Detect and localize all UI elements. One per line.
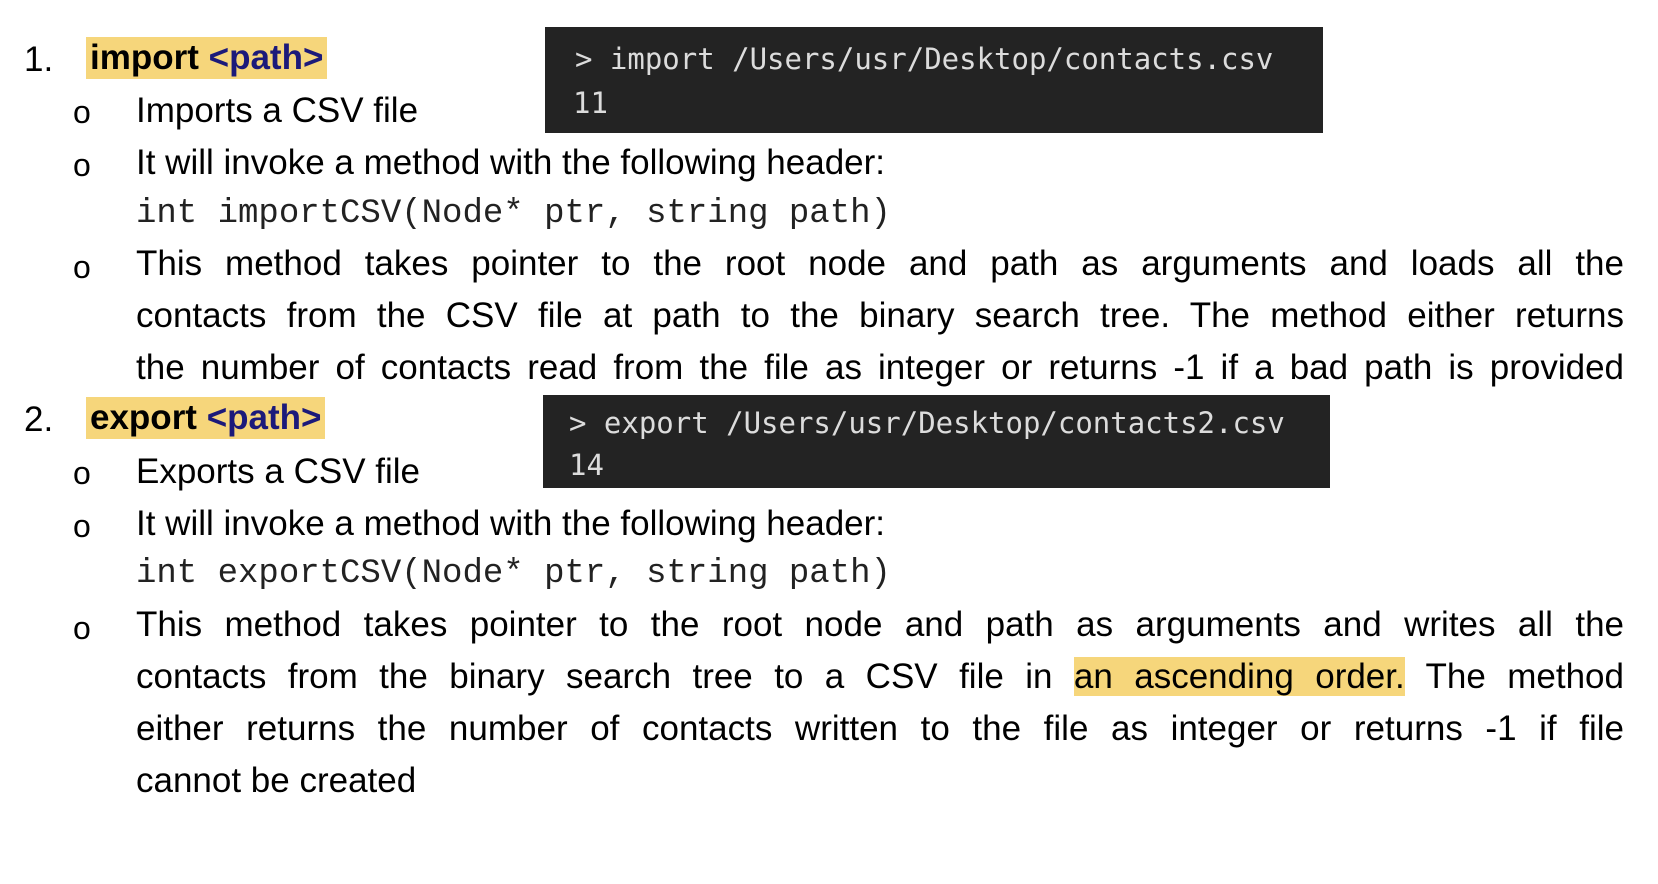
item-2-desc-text: contacts from the binary search tree to … [136, 657, 1074, 696]
bullet-marker: o [73, 508, 91, 544]
item-2-path-arg: <path> [206, 398, 322, 437]
item-1-path-arg: <path> [208, 38, 324, 77]
item-2-terminal: > export /Users/usr/Desktop/contacts2.cs… [543, 395, 1330, 488]
item-1-bullet-1: Imports a CSV file [136, 91, 419, 130]
item-2-bullet-1: Exports a CSV file [136, 452, 420, 491]
bullet-marker: o [73, 249, 91, 285]
item-2-terminal-command: > export /Users/usr/Desktop/contacts2.cs… [569, 406, 1285, 440]
item-1-terminal-command: > import /Users/usr/Desktop/contacts.csv [575, 42, 1274, 76]
item-2-bullet-2: It will invoke a method with the followi… [136, 504, 886, 543]
bullet-marker: o [73, 94, 91, 130]
item-1-number: 1. [24, 40, 54, 79]
ascending-order-highlight: an ascending order. [1073, 657, 1405, 696]
item-2-description-line-4: cannot be created [136, 761, 417, 800]
item-1-terminal: > import /Users/usr/Desktop/contacts.csv… [545, 27, 1323, 133]
item-2-number: 2. [24, 400, 54, 439]
item-1-bullet-2: It will invoke a method with the followi… [136, 143, 886, 182]
item-2-title: export <path> [86, 397, 326, 439]
item-1-description-line-3: the number of contacts read from the fil… [136, 348, 1624, 387]
item-1-command: import [90, 38, 199, 77]
bullet-marker: o [73, 147, 91, 183]
item-1-terminal-output: 11 [573, 86, 608, 120]
item-1-code-header: int importCSV(Node* ptr, string path) [136, 195, 891, 233]
item-2-terminal-output: 14 [569, 448, 604, 482]
item-2-command: export [90, 398, 197, 437]
item-1-description-line-2: contacts from the CSV file at path to th… [136, 296, 1624, 335]
item-1-title: import <path> [86, 37, 328, 79]
item-2-description-line-2: contacts from the binary search tree to … [136, 651, 1624, 703]
item-2-description-line-1: This method takes pointer to the root no… [136, 605, 1624, 644]
bullet-marker: o [73, 610, 91, 646]
item-2-description-line-3: either returns the number of contacts wr… [136, 709, 1624, 748]
item-2-code-header: int exportCSV(Node* ptr, string path) [136, 555, 891, 593]
bullet-marker: o [73, 455, 91, 491]
item-2-desc-text: The method [1404, 657, 1624, 696]
item-1-description-line-1: This method takes pointer to the root no… [136, 244, 1624, 283]
